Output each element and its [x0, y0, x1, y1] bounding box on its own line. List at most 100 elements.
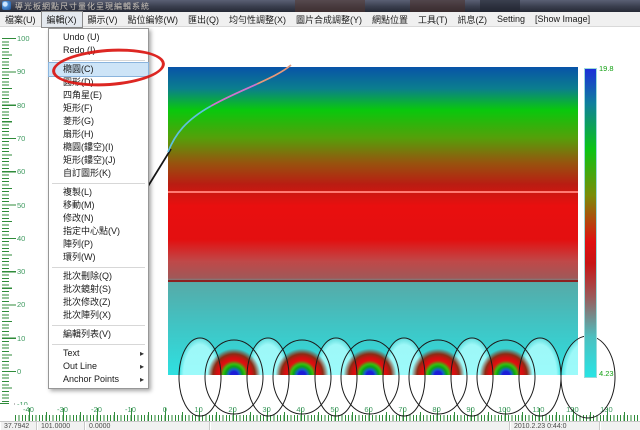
- left-ruler: [0, 27, 34, 405]
- colorbar: [584, 68, 597, 378]
- menu-item[interactable]: Setting: [492, 13, 530, 25]
- edit-menu-item[interactable]: 複製(L): [49, 186, 148, 199]
- app-icon: [2, 1, 11, 10]
- edit-menu-item[interactable]: 批次陣列(X): [49, 309, 148, 322]
- edit-menu-item-text[interactable]: Text ▸: [49, 347, 148, 360]
- menu-item-label: 指定中心點(V): [63, 226, 120, 236]
- menu-item[interactable]: 檔案(U): [0, 12, 41, 27]
- menu-item-label: 菱形(G): [63, 116, 94, 126]
- menu-bar: 檔案(U)編輯(X)顯示(V)點位編修(W)匯出(Q)均勻性調整(X)圖片合成調…: [0, 12, 640, 27]
- status-cell: 37.7942: [0, 422, 37, 430]
- menu-item[interactable]: 工具(T): [413, 12, 453, 27]
- menu-item[interactable]: 網點位置: [367, 12, 413, 27]
- ruler-label: 80: [432, 405, 440, 414]
- menu-item[interactable]: [Show Image]: [530, 13, 595, 25]
- title-bar: 導光板網點尺寸量化呈現編輯系統: [0, 0, 640, 12]
- titlebar-decoration: [480, 0, 520, 12]
- edit-menu-item[interactable]: 移動(M): [49, 199, 148, 212]
- ruler-label: 0: [17, 367, 33, 376]
- edit-menu-item[interactable]: 批次刪除(Q): [49, 270, 148, 283]
- ruler-label: 10: [194, 405, 202, 414]
- menu-item-label: 編輯列表(V): [63, 329, 111, 339]
- menu-item-label: 批次刪除(Q): [63, 271, 112, 281]
- edit-menu-item-undo[interactable]: Undo (U): [49, 31, 148, 44]
- edit-menu-item[interactable]: 批次修改(Z): [49, 296, 148, 309]
- edit-menu-item-outline[interactable]: Out Line ▸: [49, 360, 148, 373]
- status-cell: [210, 422, 510, 430]
- colorbar-max-label: 19.8: [599, 64, 614, 73]
- ruler-label: 20: [228, 405, 236, 414]
- status-cell: 2010.2.23 0:44:0: [510, 422, 600, 430]
- edit-menu-item[interactable]: 四角星(E): [49, 89, 148, 102]
- menu-item-label: Anchor Points: [63, 374, 119, 384]
- menu-item-label: 矩形(鏤空)(J): [63, 155, 116, 165]
- menu-item[interactable]: 顯示(V): [83, 12, 123, 27]
- ruler-label: 30: [17, 267, 33, 276]
- edit-menu-item-anchor-points[interactable]: Anchor Points ▸: [49, 373, 148, 386]
- ruler-label: -30: [57, 405, 68, 414]
- edit-menu-item[interactable]: 批次鏡射(S): [49, 283, 148, 296]
- menu-item[interactable]: 編輯(X): [41, 11, 83, 28]
- menu-item-label: 矩形(F): [63, 103, 93, 113]
- ruler-label: 80: [17, 101, 33, 110]
- ruler-label: 130: [600, 405, 613, 414]
- ruler-label: 70: [17, 134, 33, 143]
- status-cell: [600, 422, 640, 430]
- ruler-label: 100: [17, 34, 33, 43]
- iso-line-lower: [168, 280, 578, 282]
- menu-item-label: 四角星(E): [63, 90, 102, 100]
- ruler-label: 110: [532, 405, 544, 414]
- ruler-ticks: [2, 38, 16, 404]
- colorbar-min-label: 4.23: [599, 369, 614, 378]
- menu-item-label: 橢圓(鏤空)(I): [63, 142, 114, 152]
- plot-canvas[interactable]: [168, 67, 578, 375]
- edit-menu-item[interactable]: 扇形(H): [49, 128, 148, 141]
- edit-menu-item[interactable]: 橢圓(鏤空)(I): [49, 141, 148, 154]
- titlebar-decoration: [295, 0, 365, 12]
- ruler-label: -20: [91, 405, 102, 414]
- menu-item-label: 環列(W): [63, 252, 96, 262]
- submenu-arrow-icon: ▸: [140, 373, 144, 386]
- menu-item-label: 陣列(P): [63, 239, 93, 249]
- ruler-label: 30: [262, 405, 270, 414]
- menu-item[interactable]: 訊息(Z): [453, 12, 493, 27]
- ruler-label: 60: [17, 167, 33, 176]
- edit-menu-item[interactable]: 陣列(P): [49, 238, 148, 251]
- edit-menu-item[interactable]: 修改(N): [49, 212, 148, 225]
- edit-menu-item[interactable]: 矩形(鏤空)(J): [49, 154, 148, 167]
- edit-menu-item[interactable]: 菱形(G): [49, 115, 148, 128]
- window-title: 導光板網點尺寸量化呈現編輯系統: [15, 1, 150, 12]
- menu-item-label: Text: [63, 348, 80, 358]
- edit-menu-item[interactable]: 編輯列表(V): [49, 328, 148, 341]
- ruler-label: 40: [17, 234, 33, 243]
- ruler-label: -40: [23, 405, 34, 414]
- submenu-arrow-icon: ▸: [140, 360, 144, 373]
- dot-ellipse-fill: [562, 335, 578, 375]
- ruler-label: 50: [17, 201, 33, 210]
- menu-item-label: 移動(M): [63, 200, 95, 210]
- menu-item-label: Out Line: [63, 361, 97, 371]
- ruler-label: 20: [17, 300, 33, 309]
- ruler-label: 10: [17, 334, 33, 343]
- menu-item-label: 批次修改(Z): [63, 297, 111, 307]
- edit-menu-item[interactable]: 矩形(F): [49, 102, 148, 115]
- bullseye-dot: [206, 347, 262, 375]
- menu-item[interactable]: 圖片合成調整(Y): [291, 12, 367, 27]
- menu-item-label: 批次陣列(X): [63, 310, 111, 320]
- menu-item[interactable]: 均勻性調整(X): [224, 12, 291, 27]
- ruler-label: 0: [163, 405, 167, 414]
- menu-item-label: 批次鏡射(S): [63, 284, 111, 294]
- submenu-arrow-icon: ▸: [140, 347, 144, 360]
- titlebar-decoration: [410, 0, 465, 12]
- status-cell: 0.0000: [85, 422, 210, 430]
- bullseye-dot: [410, 347, 466, 375]
- menu-item-label: 修改(N): [63, 213, 94, 223]
- edit-menu-item[interactable]: 環列(W): [49, 251, 148, 264]
- ruler-label: 40: [296, 405, 304, 414]
- edit-menu-item[interactable]: 指定中心點(V): [49, 225, 148, 238]
- ruler-label: 90: [17, 67, 33, 76]
- ruler-label: 60: [364, 405, 372, 414]
- edit-menu-item[interactable]: 自訂圖形(K): [49, 167, 148, 180]
- menu-item[interactable]: 點位編修(W): [123, 12, 184, 27]
- menu-item[interactable]: 匯出(Q): [183, 12, 224, 27]
